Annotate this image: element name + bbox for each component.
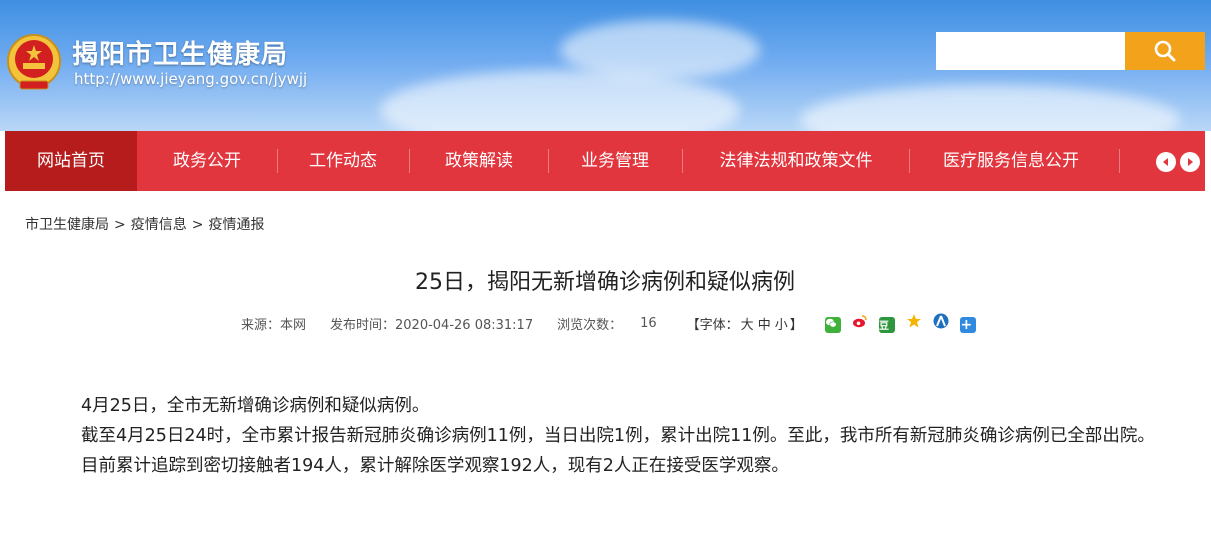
search-button[interactable] [1125,32,1205,70]
article-views-count: 16 [640,315,657,331]
main-content: 市卫生健康局 > 疫情信息 > 疫情通报 25日，揭阳无新增确诊病例和疑似病例 来源：本… [5,191,1205,539]
search-input[interactable] [936,32,1125,70]
article-views-label: 浏览次数： [557,317,623,333]
breadcrumb-separator: > [114,217,126,233]
article-title: 25日，揭阳无新增确诊病例和疑似病例 [415,270,795,295]
renren-icon[interactable] [933,313,950,329]
site-header: 揭阳市卫生健康局 http://www.jieyang.gov.cn/jywjj [0,0,1211,131]
article-meta: 来源：本网 发布时间：2020-04-26 08:31:17 浏览次数： 16 … [241,313,983,333]
nav-item-government-affairs[interactable]: 政务公开 [137,131,277,191]
font-size-close: 】 [789,317,803,333]
header-cloud [380,70,740,131]
font-size-large-link[interactable]: 大 [741,314,754,333]
nav-prev-button[interactable] [1156,152,1176,172]
nav-divider [1119,149,1120,173]
font-size-medium-link[interactable]: 中 [758,314,771,333]
breadcrumb: 市卫生健康局 > 疫情信息 > 疫情通报 [25,214,264,234]
arrow-right-icon [1188,158,1193,166]
nav-item-policy-interpretation[interactable]: 政策解读 [410,131,548,191]
article-source: 来源：本网 [241,317,307,333]
arrow-left-icon [1163,158,1168,166]
search-icon [1154,40,1176,62]
weibo-icon[interactable] [851,313,868,329]
nav-item-home[interactable]: 网站首页 [5,131,137,191]
article-body: 4月25日，全市无新增确诊病例和疑似病例。 截至4月25日24时，全市累计报告新… [46,391,1186,481]
article-publish-time: 发布时间：2020-04-26 08:31:17 [330,317,534,333]
site-title: 揭阳市卫生健康局 [72,40,289,70]
site-url[interactable]: http://www.jieyang.gov.cn/jywjj [74,70,307,88]
nav-next-button[interactable] [1180,152,1200,172]
more-share-icon[interactable]: + [960,317,977,333]
share-bar: 豆 + [824,313,984,333]
wechat-icon[interactable] [824,317,841,333]
font-size-label: 【字体： [686,317,739,333]
qzone-icon[interactable] [906,313,923,329]
national-emblem-icon [7,34,61,90]
nav-item-medical-service-info[interactable]: 医疗服务信息公开 [910,131,1112,191]
main-nav: 网站首页 政务公开 工作动态 政策解读 业务管理 法律法规和政策文件 医疗服务信… [5,131,1205,191]
breadcrumb-item-epidemic-report[interactable]: 疫情通报 [208,217,264,233]
breadcrumb-item-epidemic-info[interactable]: 疫情信息 [131,217,187,233]
nav-item-work-news[interactable]: 工作动态 [278,131,408,191]
header-cloud [560,20,760,80]
article-paragraph: 4月25日，全市无新增确诊病例和疑似病例。 [81,396,430,416]
breadcrumb-item-health-bureau[interactable]: 市卫生健康局 [25,217,109,233]
breadcrumb-separator: > [191,217,204,233]
article-paragraph: 目前累计追踪到密切接触者194人，累计解除医学观察192人，现有2人正在接受医学… [81,456,789,476]
font-size-control: 【字体：大中小】 [687,314,803,333]
article-paragraph: 截至4月25日24时，全市累计报告新冠肺炎确诊病例11例，当日出院1例，累计出院… [81,426,1155,446]
nav-item-laws-regulations[interactable]: 法律法规和政策文件 [683,131,909,191]
nav-item-business-management[interactable]: 业务管理 [549,131,681,191]
douban-icon[interactable]: 豆 [879,317,896,333]
font-size-small-link[interactable]: 小 [775,314,788,333]
header-cloud [800,85,1180,131]
